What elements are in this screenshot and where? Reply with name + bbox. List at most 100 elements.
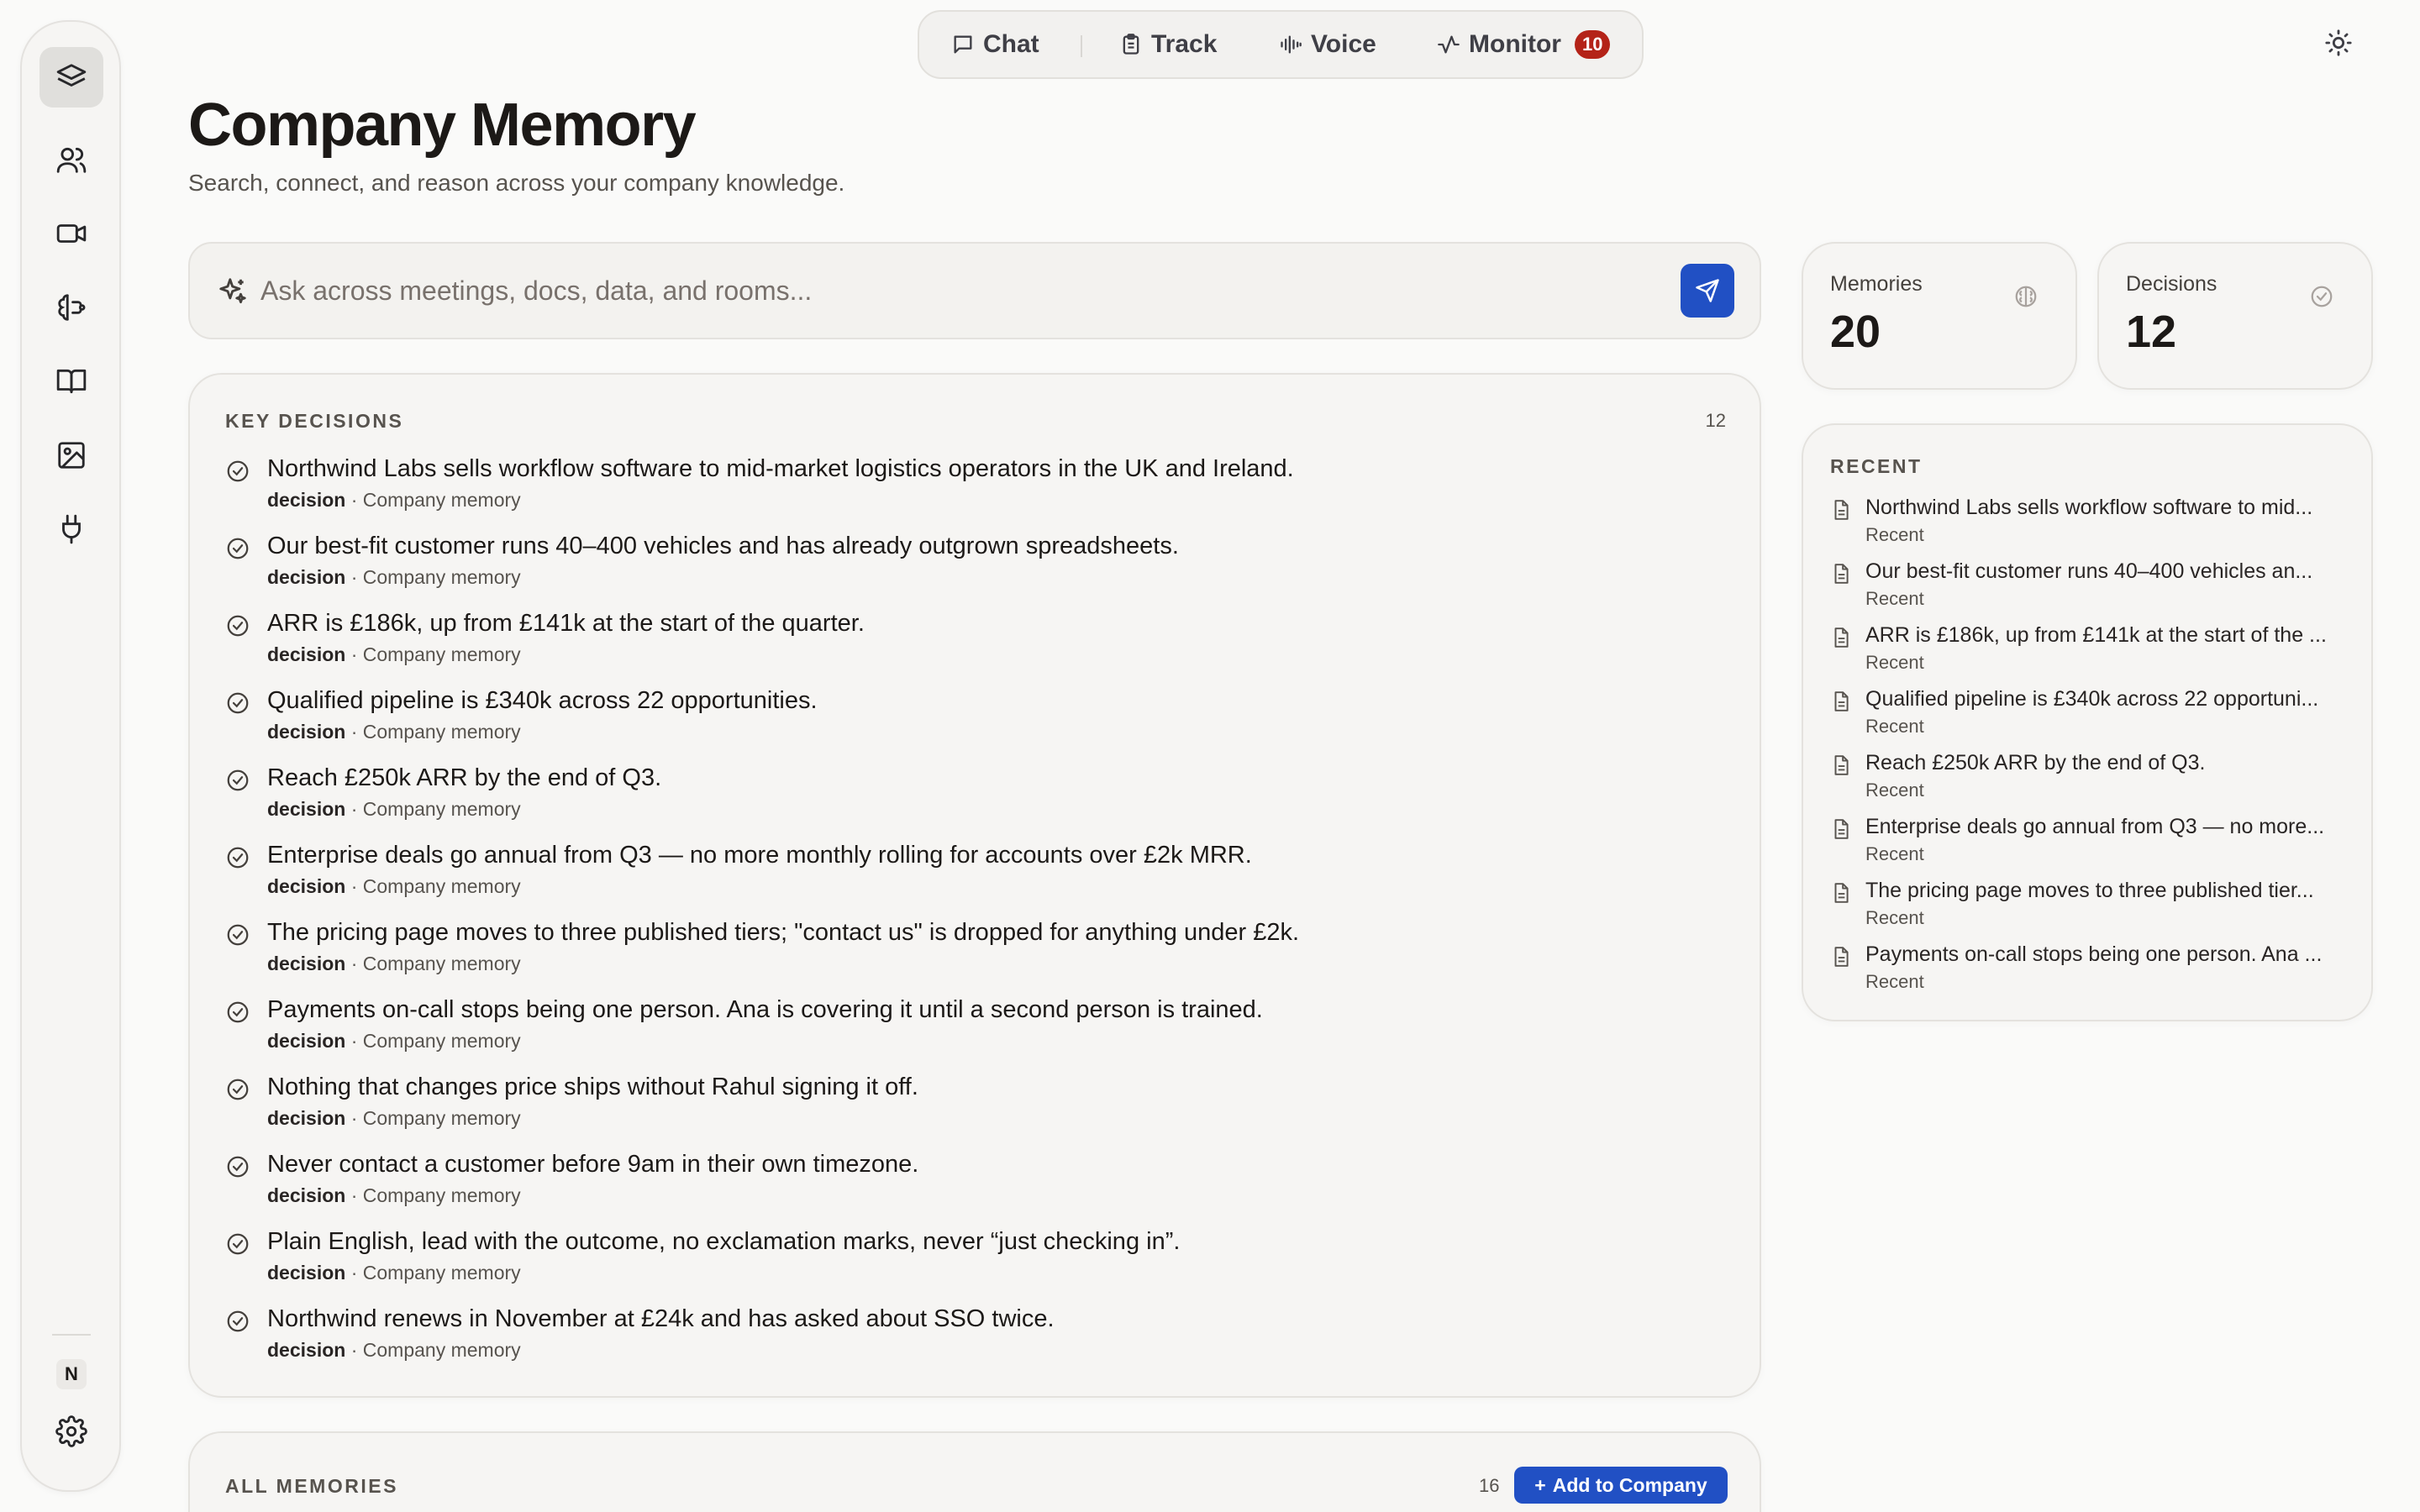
- decision-source: Company memory: [362, 953, 521, 974]
- decision-row[interactable]: Nothing that changes price ships without…: [225, 1074, 1721, 1151]
- document-icon: [1830, 563, 1852, 585]
- page-title: Company Memory: [188, 92, 697, 159]
- decision-row[interactable]: Northwind Labs sells workflow software t…: [225, 455, 1721, 533]
- recent-card: RECENT Northwind Labs sells workflow sof…: [1802, 423, 2373, 1021]
- decision-text: Northwind renews in November at £24k and…: [267, 1305, 1055, 1332]
- nav-voice-label: Voice: [1311, 30, 1376, 58]
- nav-track[interactable]: Track: [1119, 12, 1217, 77]
- sidebar-item-library[interactable]: [39, 351, 103, 412]
- document-icon: [1830, 818, 1852, 840]
- decision-meta: decision · Company memory: [267, 798, 521, 821]
- recent-item-sub: Recent: [1865, 843, 1924, 864]
- check-circle-icon: [225, 690, 250, 716]
- decision-type: decision: [267, 798, 346, 820]
- nav-separator: [1081, 35, 1082, 57]
- book-icon: [56, 369, 87, 394]
- search-bar: [188, 242, 1761, 339]
- add-to-company-label: Add to Company: [1552, 1473, 1707, 1496]
- search-input[interactable]: [260, 269, 1605, 312]
- meta-separator: ·: [345, 875, 363, 897]
- check-circle-icon: [225, 459, 250, 484]
- recent-item-text: Enterprise deals go annual from Q3 — no …: [1865, 815, 2325, 838]
- plus-icon: +: [1534, 1473, 1546, 1496]
- decision-text: The pricing page moves to three publishe…: [267, 919, 1300, 946]
- meta-separator: ·: [345, 1107, 363, 1129]
- brain-icon: [2013, 284, 2039, 309]
- decision-source: Company memory: [362, 1030, 521, 1052]
- recent-item[interactable]: Reach £250k ARR by the end of Q3. Recent: [1830, 751, 2351, 810]
- decision-row[interactable]: Enterprise deals go annual from Q3 — no …: [225, 842, 1721, 919]
- video-icon: [56, 224, 87, 243]
- memories-stat-card[interactable]: Memories 20: [1802, 242, 2077, 390]
- decision-row[interactable]: Northwind renews in November at £24k and…: [225, 1305, 1721, 1383]
- memories-stat-value: 20: [1830, 307, 1881, 357]
- recent-item-sub: Recent: [1865, 716, 1924, 737]
- meta-separator: ·: [345, 1184, 363, 1206]
- decision-row[interactable]: Never contact a customer before 9am in t…: [225, 1151, 1721, 1228]
- meta-separator: ·: [345, 489, 363, 511]
- recent-item[interactable]: Enterprise deals go annual from Q3 — no …: [1830, 815, 2351, 874]
- decision-text: Never contact a customer before 9am in t…: [267, 1151, 919, 1178]
- meta-separator: ·: [345, 953, 363, 974]
- sun-icon: [2325, 29, 2352, 56]
- sidebar-item-people[interactable]: [39, 129, 103, 190]
- settings-button[interactable]: [39, 1401, 103, 1462]
- meta-separator: ·: [345, 798, 363, 820]
- recent-item-sub: Recent: [1865, 780, 1924, 801]
- decision-row[interactable]: Payments on-call stops being one person.…: [225, 996, 1721, 1074]
- decision-meta: decision · Company memory: [267, 643, 521, 666]
- decision-source: Company memory: [362, 643, 521, 665]
- decision-meta: decision · Company memory: [267, 875, 521, 898]
- decision-type: decision: [267, 1030, 346, 1052]
- add-to-company-button[interactable]: + Add to Company: [1514, 1467, 1728, 1504]
- check-circle-icon: [225, 1154, 250, 1179]
- decision-text: Enterprise deals go annual from Q3 — no …: [267, 842, 1252, 869]
- plug-icon: [62, 514, 81, 544]
- decision-row[interactable]: Qualified pipeline is £340k across 22 op…: [225, 687, 1721, 764]
- layers-icon: [56, 64, 87, 87]
- meta-separator: ·: [345, 1339, 363, 1361]
- recent-item[interactable]: ARR is £186k, up from £141k at the start…: [1830, 623, 2351, 682]
- recent-item[interactable]: Qualified pipeline is £340k across 22 op…: [1830, 687, 2351, 746]
- decision-row[interactable]: ARR is £186k, up from £141k at the start…: [225, 610, 1721, 687]
- sparkle-icon: [217, 276, 249, 307]
- decision-meta: decision · Company memory: [267, 1339, 521, 1362]
- clipboard-icon: [1123, 34, 1139, 55]
- document-icon: [1830, 882, 1852, 904]
- recent-item[interactable]: Northwind Labs sells workflow software t…: [1830, 496, 2351, 554]
- decision-text: Nothing that changes price ships without…: [267, 1074, 918, 1100]
- recent-item-sub: Recent: [1865, 588, 1924, 609]
- decision-row[interactable]: Our best-fit customer runs 40–400 vehicl…: [225, 533, 1721, 610]
- check-circle-icon: [225, 1231, 250, 1257]
- sidebar-divider: [52, 1334, 91, 1336]
- decision-row[interactable]: Reach £250k ARR by the end of Q3. decisio…: [225, 764, 1721, 842]
- theme-toggle-button[interactable]: [2324, 29, 2353, 57]
- sidebar-item-meetings[interactable]: [39, 203, 103, 264]
- sidebar-item-memory[interactable]: [39, 277, 103, 338]
- nav-voice[interactable]: Voice: [1279, 12, 1376, 77]
- send-button[interactable]: [1681, 264, 1734, 318]
- recent-item[interactable]: Our best-fit customer runs 40–400 vehicl…: [1830, 559, 2351, 618]
- decision-text: Our best-fit customer runs 40–400 vehicl…: [267, 533, 1179, 559]
- recent-item[interactable]: Payments on-call stops being one person.…: [1830, 942, 2351, 1001]
- sidebar-item-media[interactable]: [39, 425, 103, 486]
- document-icon: [1830, 946, 1852, 968]
- recent-item-text: Our best-fit customer runs 40–400 vehicl…: [1865, 559, 2313, 583]
- decisions-stat-card[interactable]: Decisions 12: [2097, 242, 2373, 390]
- sidebar-item-layers[interactable]: [39, 47, 103, 108]
- recent-item[interactable]: The pricing page moves to three publishe…: [1830, 879, 2351, 937]
- decision-type: decision: [267, 1184, 346, 1206]
- recent-item-text: Payments on-call stops being one person.…: [1865, 942, 2323, 966]
- check-circle-icon: [225, 613, 250, 638]
- decision-row[interactable]: Plain English, lead with the outcome, no…: [225, 1228, 1721, 1305]
- nav-chat[interactable]: Chat: [951, 12, 1039, 77]
- avatar[interactable]: N: [56, 1359, 87, 1389]
- key-decisions-card: KEY DECISIONS 12 Northwind Labs sells wo…: [188, 373, 1761, 1398]
- decision-type: decision: [267, 1262, 346, 1284]
- sidebar-item-integrations[interactable]: [39, 499, 103, 559]
- all-memories-card: ALL MEMORIES 16 + Add to Company: [188, 1431, 1761, 1512]
- nav-monitor[interactable]: Monitor 10: [1437, 12, 1611, 77]
- decision-meta: decision · Company memory: [267, 566, 521, 589]
- decision-row[interactable]: The pricing page moves to three publishe…: [225, 919, 1721, 996]
- decision-text: Reach £250k ARR by the end of Q3.: [267, 764, 662, 791]
